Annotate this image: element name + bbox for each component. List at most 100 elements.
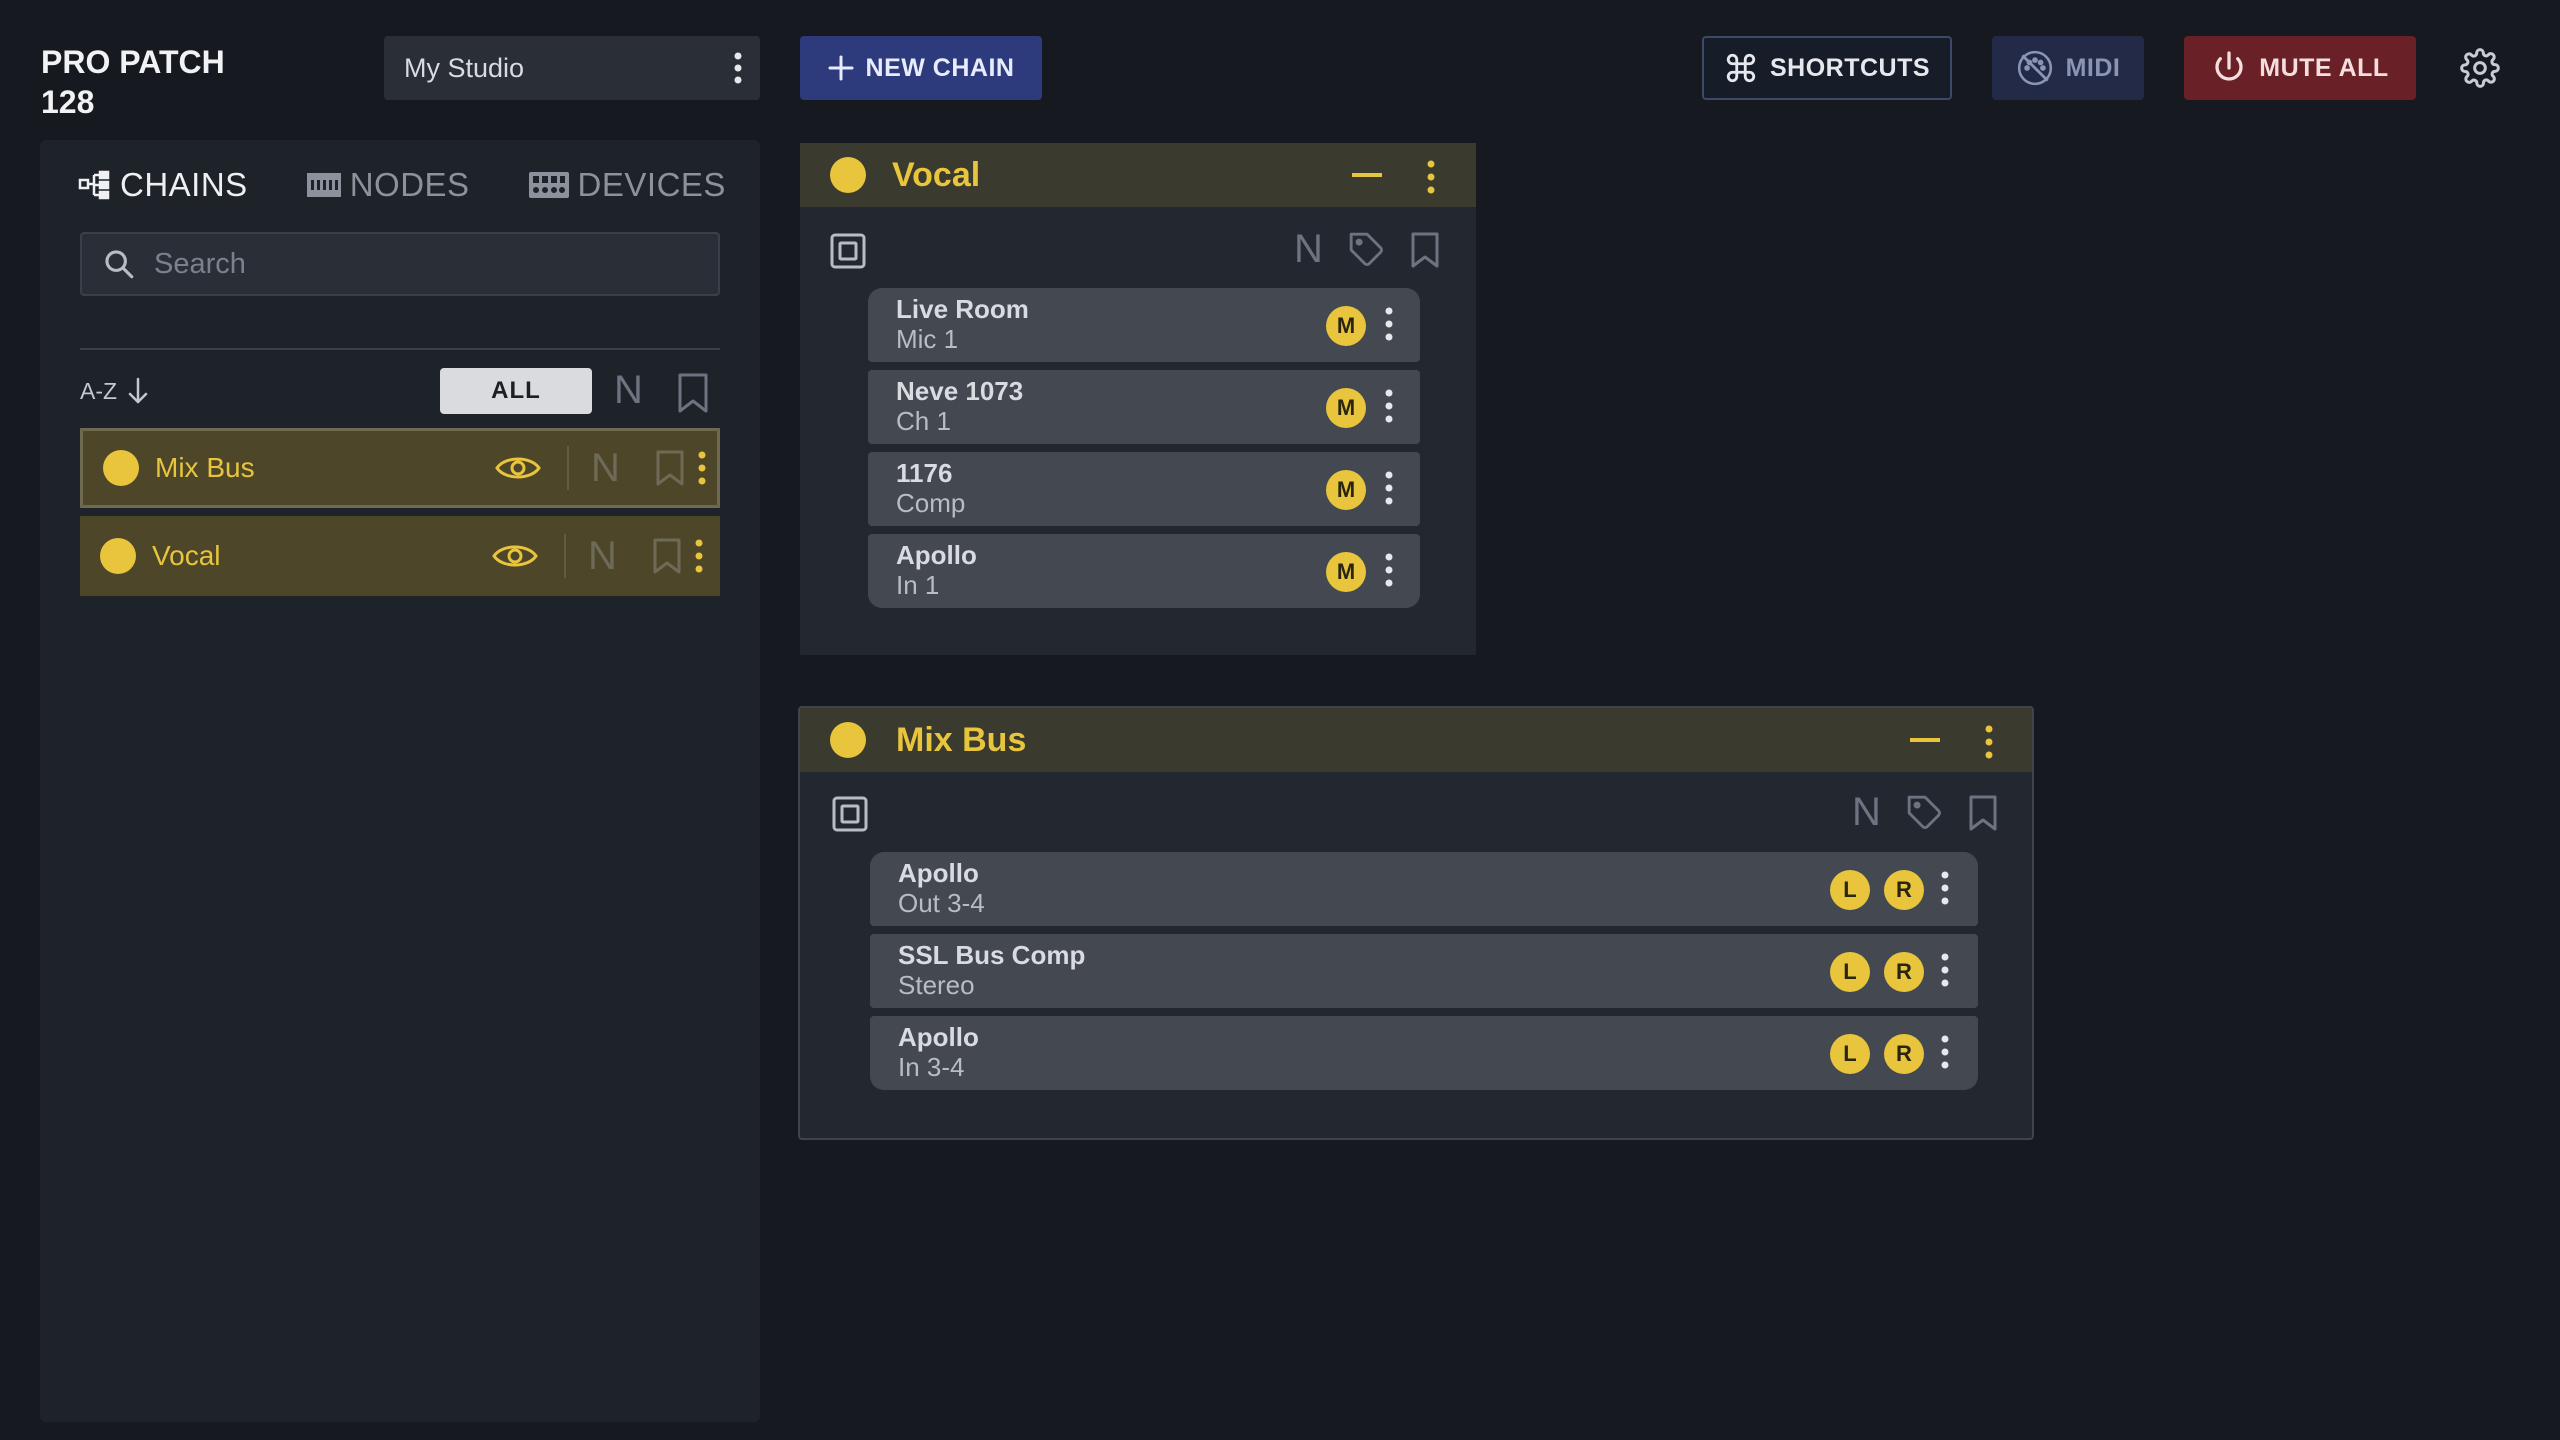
plus-icon: [828, 55, 854, 81]
node-card[interactable]: Apollo Out 3-4 L R: [870, 852, 1978, 926]
more-vertical-icon[interactable]: [1940, 1034, 1950, 1070]
shortcuts-label: SHORTCUTS: [1769, 53, 1931, 82]
arrow-down-icon: [128, 377, 148, 404]
mute-all-button[interactable]: MUTE ALL: [2184, 36, 2416, 100]
more-vertical-icon[interactable]: [697, 450, 707, 486]
shortcuts-button[interactable]: SHORTCUTS: [1702, 36, 1952, 100]
chain-color-dot: [830, 157, 866, 193]
more-vertical-icon[interactable]: [1984, 724, 1994, 760]
chain-row-vocal[interactable]: Vocal N: [80, 516, 720, 596]
tab-devices-label: DEVICES: [577, 166, 726, 203]
node-card[interactable]: Neve 1073 Ch 1 M: [868, 370, 1420, 444]
node-port-name: In 1: [896, 570, 940, 600]
new-chain-button[interactable]: NEW CHAIN: [800, 36, 1042, 100]
tab-nodes[interactable]: NODES: [306, 166, 470, 204]
studio-select[interactable]: My Studio: [384, 36, 760, 100]
panel-header[interactable]: Mix Bus: [800, 708, 2032, 772]
search-icon: [105, 250, 134, 279]
node-port-name: Ch 1: [896, 406, 951, 436]
node-device-name: 1176: [896, 458, 953, 488]
separator: [564, 534, 566, 578]
panel-toolbar: N: [800, 227, 1476, 275]
chain-row-mix-bus[interactable]: Mix Bus N: [80, 428, 720, 508]
gear-icon: [2460, 48, 2500, 88]
right-channel-badge[interactable]: R: [1884, 870, 1924, 910]
n-toggle[interactable]: N: [1852, 790, 1881, 835]
node-port-name: Out 3-4: [898, 888, 985, 918]
eye-icon[interactable]: [495, 452, 541, 484]
bookmark-icon[interactable]: [652, 537, 682, 575]
filter-all-button[interactable]: ALL: [440, 368, 592, 414]
search-field[interactable]: [80, 232, 720, 296]
node-device-name: Apollo: [898, 858, 979, 888]
node-device-name: Live Room: [896, 294, 1029, 324]
more-vertical-icon[interactable]: [1384, 552, 1394, 588]
bookmark-icon[interactable]: [655, 449, 685, 487]
n-toggle[interactable]: N: [588, 534, 617, 579]
node-card[interactable]: Apollo In 3-4 L R: [870, 1016, 1978, 1090]
search-input[interactable]: [154, 247, 694, 281]
node-port-name: In 3-4: [898, 1052, 965, 1082]
tab-chains-label: CHAINS: [120, 166, 248, 203]
more-vertical-icon[interactable]: [732, 50, 744, 86]
tab-chains[interactable]: CHAINS: [78, 166, 248, 204]
divider: [80, 348, 720, 350]
minimize-icon[interactable]: [1352, 173, 1382, 177]
mono-badge[interactable]: M: [1326, 470, 1366, 510]
mute-all-label: MUTE ALL: [2259, 53, 2389, 82]
eye-icon[interactable]: [492, 540, 538, 572]
sort-label: A-Z: [80, 377, 118, 404]
mono-badge[interactable]: M: [1326, 388, 1366, 428]
right-channel-badge[interactable]: R: [1884, 1034, 1924, 1074]
more-vertical-icon[interactable]: [1384, 306, 1394, 342]
chain-color-dot: [100, 538, 136, 574]
minimize-icon[interactable]: [1910, 738, 1940, 742]
more-vertical-icon[interactable]: [1384, 388, 1394, 424]
more-vertical-icon[interactable]: [1940, 870, 1950, 906]
n-toggle[interactable]: N: [1294, 227, 1323, 272]
chain-tree-icon: [78, 170, 110, 200]
filter-n-button[interactable]: N: [614, 368, 643, 413]
more-vertical-icon[interactable]: [1384, 470, 1394, 506]
chain-color-dot: [103, 450, 139, 486]
filter-row: A-Z ALL N: [80, 368, 720, 418]
n-toggle[interactable]: N: [591, 446, 620, 491]
left-channel-badge[interactable]: L: [1830, 870, 1870, 910]
expand-icon[interactable]: [832, 796, 868, 832]
node-port-name: Mic 1: [896, 324, 959, 354]
more-vertical-icon[interactable]: [1426, 159, 1436, 195]
more-vertical-icon[interactable]: [1940, 952, 1950, 988]
midi-label: MIDI: [2065, 53, 2121, 82]
mono-badge[interactable]: M: [1326, 552, 1366, 592]
bookmark-icon[interactable]: [1968, 794, 1998, 832]
app-title: PRO PATCH 128: [41, 44, 225, 120]
node-card[interactable]: 1176 Comp M: [868, 452, 1420, 526]
power-icon: [2215, 51, 2243, 81]
node-card[interactable]: SSL Bus Comp Stereo L R: [870, 934, 1978, 1008]
left-channel-badge[interactable]: L: [1830, 1034, 1870, 1074]
more-vertical-icon[interactable]: [694, 538, 704, 574]
node-device-name: Apollo: [896, 540, 977, 570]
midi-button[interactable]: MIDI: [1992, 36, 2144, 100]
expand-icon[interactable]: [830, 233, 866, 269]
panel-title: Mix Bus: [896, 720, 1027, 759]
node-card[interactable]: Live Room Mic 1 M: [868, 288, 1420, 362]
tag-icon[interactable]: [1906, 794, 1944, 832]
right-channel-badge[interactable]: R: [1884, 952, 1924, 992]
node-card[interactable]: Apollo In 1 M: [868, 534, 1420, 608]
tab-devices[interactable]: DEVICES: [528, 166, 726, 204]
panel-header[interactable]: Vocal: [800, 143, 1476, 207]
new-chain-label: NEW CHAIN: [865, 53, 1015, 82]
mono-badge[interactable]: M: [1326, 306, 1366, 346]
sort-button[interactable]: A-Z: [80, 376, 149, 406]
bookmark-icon[interactable]: [1410, 231, 1440, 269]
sidebar-tabs: CHAINS NODES DEVICES: [78, 166, 726, 204]
tab-nodes-label: NODES: [349, 166, 470, 203]
devices-icon: [528, 172, 569, 198]
bookmark-filter-icon[interactable]: [676, 372, 710, 414]
settings-button[interactable]: [2456, 44, 2504, 92]
chain-name: Vocal: [152, 540, 221, 571]
chain-panel-mix-bus: Mix Bus N Apollo Out 3-4 L R SSL Bus Com…: [798, 706, 2034, 1140]
tag-icon[interactable]: [1348, 231, 1386, 269]
left-channel-badge[interactable]: L: [1830, 952, 1870, 992]
